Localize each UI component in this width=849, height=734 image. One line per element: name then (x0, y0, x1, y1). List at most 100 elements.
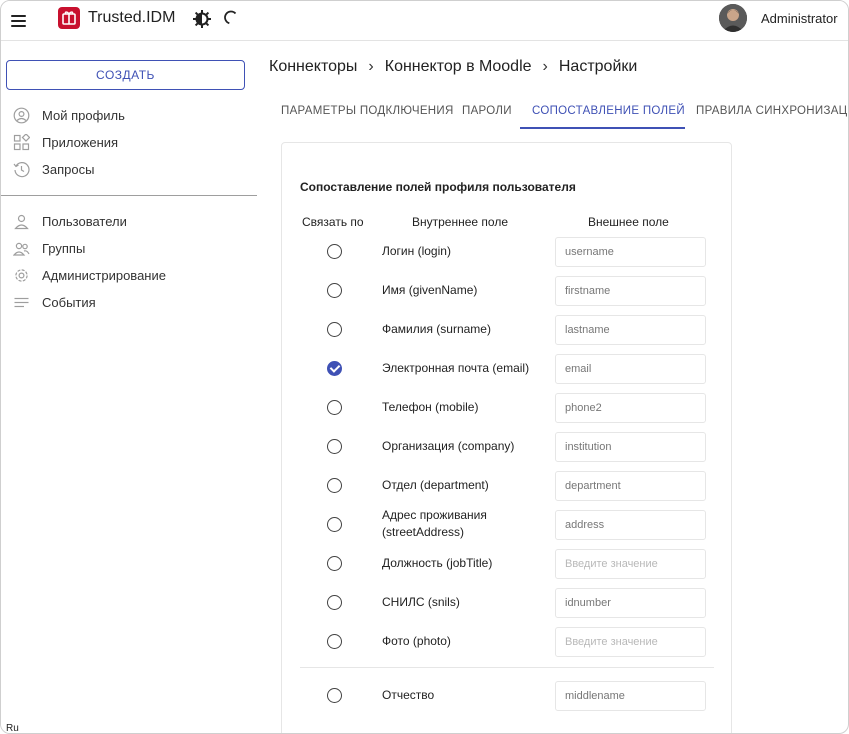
active-tab-indicator (520, 127, 685, 129)
breadcrumb-connectors[interactable]: Коннекторы (269, 58, 357, 76)
external-field-input[interactable] (555, 315, 706, 345)
sidebar: СОЗДАТЬ Мой профиль Приложения Запросы П… (1, 42, 259, 733)
link-radio[interactable] (327, 244, 342, 259)
chevron-right-icon: › (368, 58, 374, 75)
internal-field-label-line2: (streetAddress) (382, 525, 465, 539)
internal-field-label: Должность (jobTitle) (382, 556, 493, 570)
sidebar-item-label: Запросы (42, 162, 95, 177)
sidebar-item-label: Пользователи (42, 214, 127, 229)
link-radio[interactable] (327, 595, 342, 610)
user-circle-icon (13, 107, 30, 124)
mapping-row-email: Электронная почта (email) (282, 353, 733, 392)
external-field-input[interactable] (555, 549, 706, 579)
top-app-bar: Trusted.IDM Administrator (1, 1, 848, 41)
sidebar-item-administration[interactable]: Администрирование (1, 262, 259, 289)
card-title: Сопоставление полей профиля пользователя (300, 180, 576, 194)
sidebar-item-events[interactable]: События (1, 289, 259, 316)
mapping-row-streetaddress: Адрес проживания (streetAddress) (282, 507, 733, 548)
breadcrumb: Коннекторы › Коннектор в Moodle › Настро… (269, 58, 637, 76)
mapping-row-mobile: Телефон (mobile) (282, 392, 733, 431)
internal-field-label: Фамилия (surname) (382, 322, 491, 336)
link-radio[interactable] (327, 439, 342, 454)
internal-field-label: Организация (company) (382, 439, 515, 453)
column-header-external: Внешнее поле (588, 215, 669, 229)
sidebar-divider (1, 195, 257, 196)
link-radio[interactable] (327, 517, 342, 532)
sidebar-item-users[interactable]: Пользователи (1, 208, 259, 235)
mapping-row-login: Логин (login) (282, 236, 733, 275)
apps-grid-icon (13, 134, 30, 151)
external-field-input[interactable] (555, 393, 706, 423)
internal-field-label: Логин (login) (382, 244, 451, 258)
list-icon (14, 297, 29, 308)
internal-field-label: Телефон (mobile) (382, 400, 479, 414)
link-radio-checked[interactable] (327, 361, 342, 376)
link-radio[interactable] (327, 634, 342, 649)
external-field-input[interactable] (555, 354, 706, 384)
create-button[interactable]: СОЗДАТЬ (6, 60, 245, 90)
mapping-row-surname: Фамилия (surname) (282, 314, 733, 353)
sidebar-item-label: Администрирование (42, 268, 166, 283)
external-field-input[interactable] (555, 627, 706, 657)
tab-connection-params[interactable]: ПАРАМЕТРЫ ПОДКЛЮЧЕНИЯ (281, 97, 454, 129)
field-mapping-card: Сопоставление полей профиля пользователя… (281, 142, 733, 733)
gear-icon (15, 269, 28, 282)
external-field-input[interactable] (555, 471, 706, 501)
menu-icon[interactable] (9, 10, 29, 30)
logo-icon (58, 7, 80, 29)
sidebar-item-label: Приложения (42, 135, 119, 150)
link-radio[interactable] (327, 478, 342, 493)
user-icon (14, 214, 29, 230)
mapping-row-middlename: Отчество (282, 681, 733, 720)
mapping-row-snils: СНИЛС (snils) (282, 587, 733, 626)
internal-field-label: Адрес проживания (streetAddress) (382, 507, 487, 541)
external-field-input[interactable] (555, 432, 706, 462)
link-radio[interactable] (327, 400, 342, 415)
app-title: Trusted.IDM (88, 9, 176, 26)
mapping-row-photo: Фото (photo) (282, 626, 733, 665)
internal-field-label: Электронная почта (email) (382, 361, 530, 375)
external-field-input[interactable] (555, 276, 706, 306)
internal-field-label: Отчество (382, 688, 435, 702)
sidebar-item-my-profile[interactable]: Мой профиль (1, 102, 259, 129)
app-window: Trusted.IDM Administrator СОЗДАТЬ Мой пр… (0, 0, 849, 734)
breadcrumb-settings: Настройки (558, 58, 638, 75)
column-header-internal: Внутреннее поле (412, 215, 508, 229)
link-radio[interactable] (327, 283, 342, 298)
history-icon (13, 162, 30, 178)
sidebar-item-requests[interactable]: Запросы (1, 156, 259, 183)
sidebar-item-applications[interactable]: Приложения (1, 129, 259, 156)
mapping-row-givenname: Имя (givenName) (282, 275, 733, 314)
chevron-right-icon: › (542, 58, 548, 75)
internal-field-label: Отдел (department) (382, 478, 489, 492)
breadcrumb-moodle-connector[interactable]: Коннектор в Moodle (385, 58, 532, 76)
tab-passwords[interactable]: ПАРОЛИ (462, 97, 512, 129)
theme-toggle-icon[interactable] (192, 9, 212, 29)
link-radio[interactable] (327, 688, 342, 703)
internal-field-label: Имя (givenName) (382, 283, 478, 297)
tab-sync-rules[interactable]: ПРАВИЛА СИНХРОНИЗАЦИИ (696, 97, 848, 129)
external-field-input[interactable] (555, 237, 706, 267)
mapping-row-department: Отдел (department) (282, 470, 733, 509)
tab-field-mapping[interactable]: СОПОСТАВЛЕНИЕ ПОЛЕЙ (532, 97, 685, 129)
tab-bar: ПАРАМЕТРЫ ПОДКЛЮЧЕНИЯ ПАРОЛИ СОПОСТАВЛЕН… (269, 97, 848, 129)
sidebar-item-label: События (42, 295, 96, 310)
group-icon (13, 242, 30, 256)
internal-field-label-line1: Адрес проживания (382, 508, 487, 522)
avatar[interactable] (719, 4, 747, 32)
sidebar-item-label: Группы (42, 241, 86, 256)
external-field-input[interactable] (555, 510, 706, 540)
user-name[interactable]: Administrator (761, 11, 838, 26)
sidebar-item-groups[interactable]: Группы (1, 235, 259, 262)
refresh-icon[interactable] (222, 9, 240, 27)
internal-field-label: Фото (photo) (382, 634, 451, 648)
link-radio[interactable] (327, 556, 342, 571)
internal-field-label: СНИЛС (snils) (382, 595, 460, 609)
external-field-input[interactable] (555, 681, 706, 711)
external-field-input[interactable] (555, 588, 706, 618)
column-header-link-by: Связать по (302, 215, 364, 229)
language-switcher[interactable]: Ru (6, 723, 19, 733)
link-radio[interactable] (327, 322, 342, 337)
mapping-row-company: Организация (company) (282, 431, 733, 470)
custom-fields-divider (300, 667, 714, 668)
